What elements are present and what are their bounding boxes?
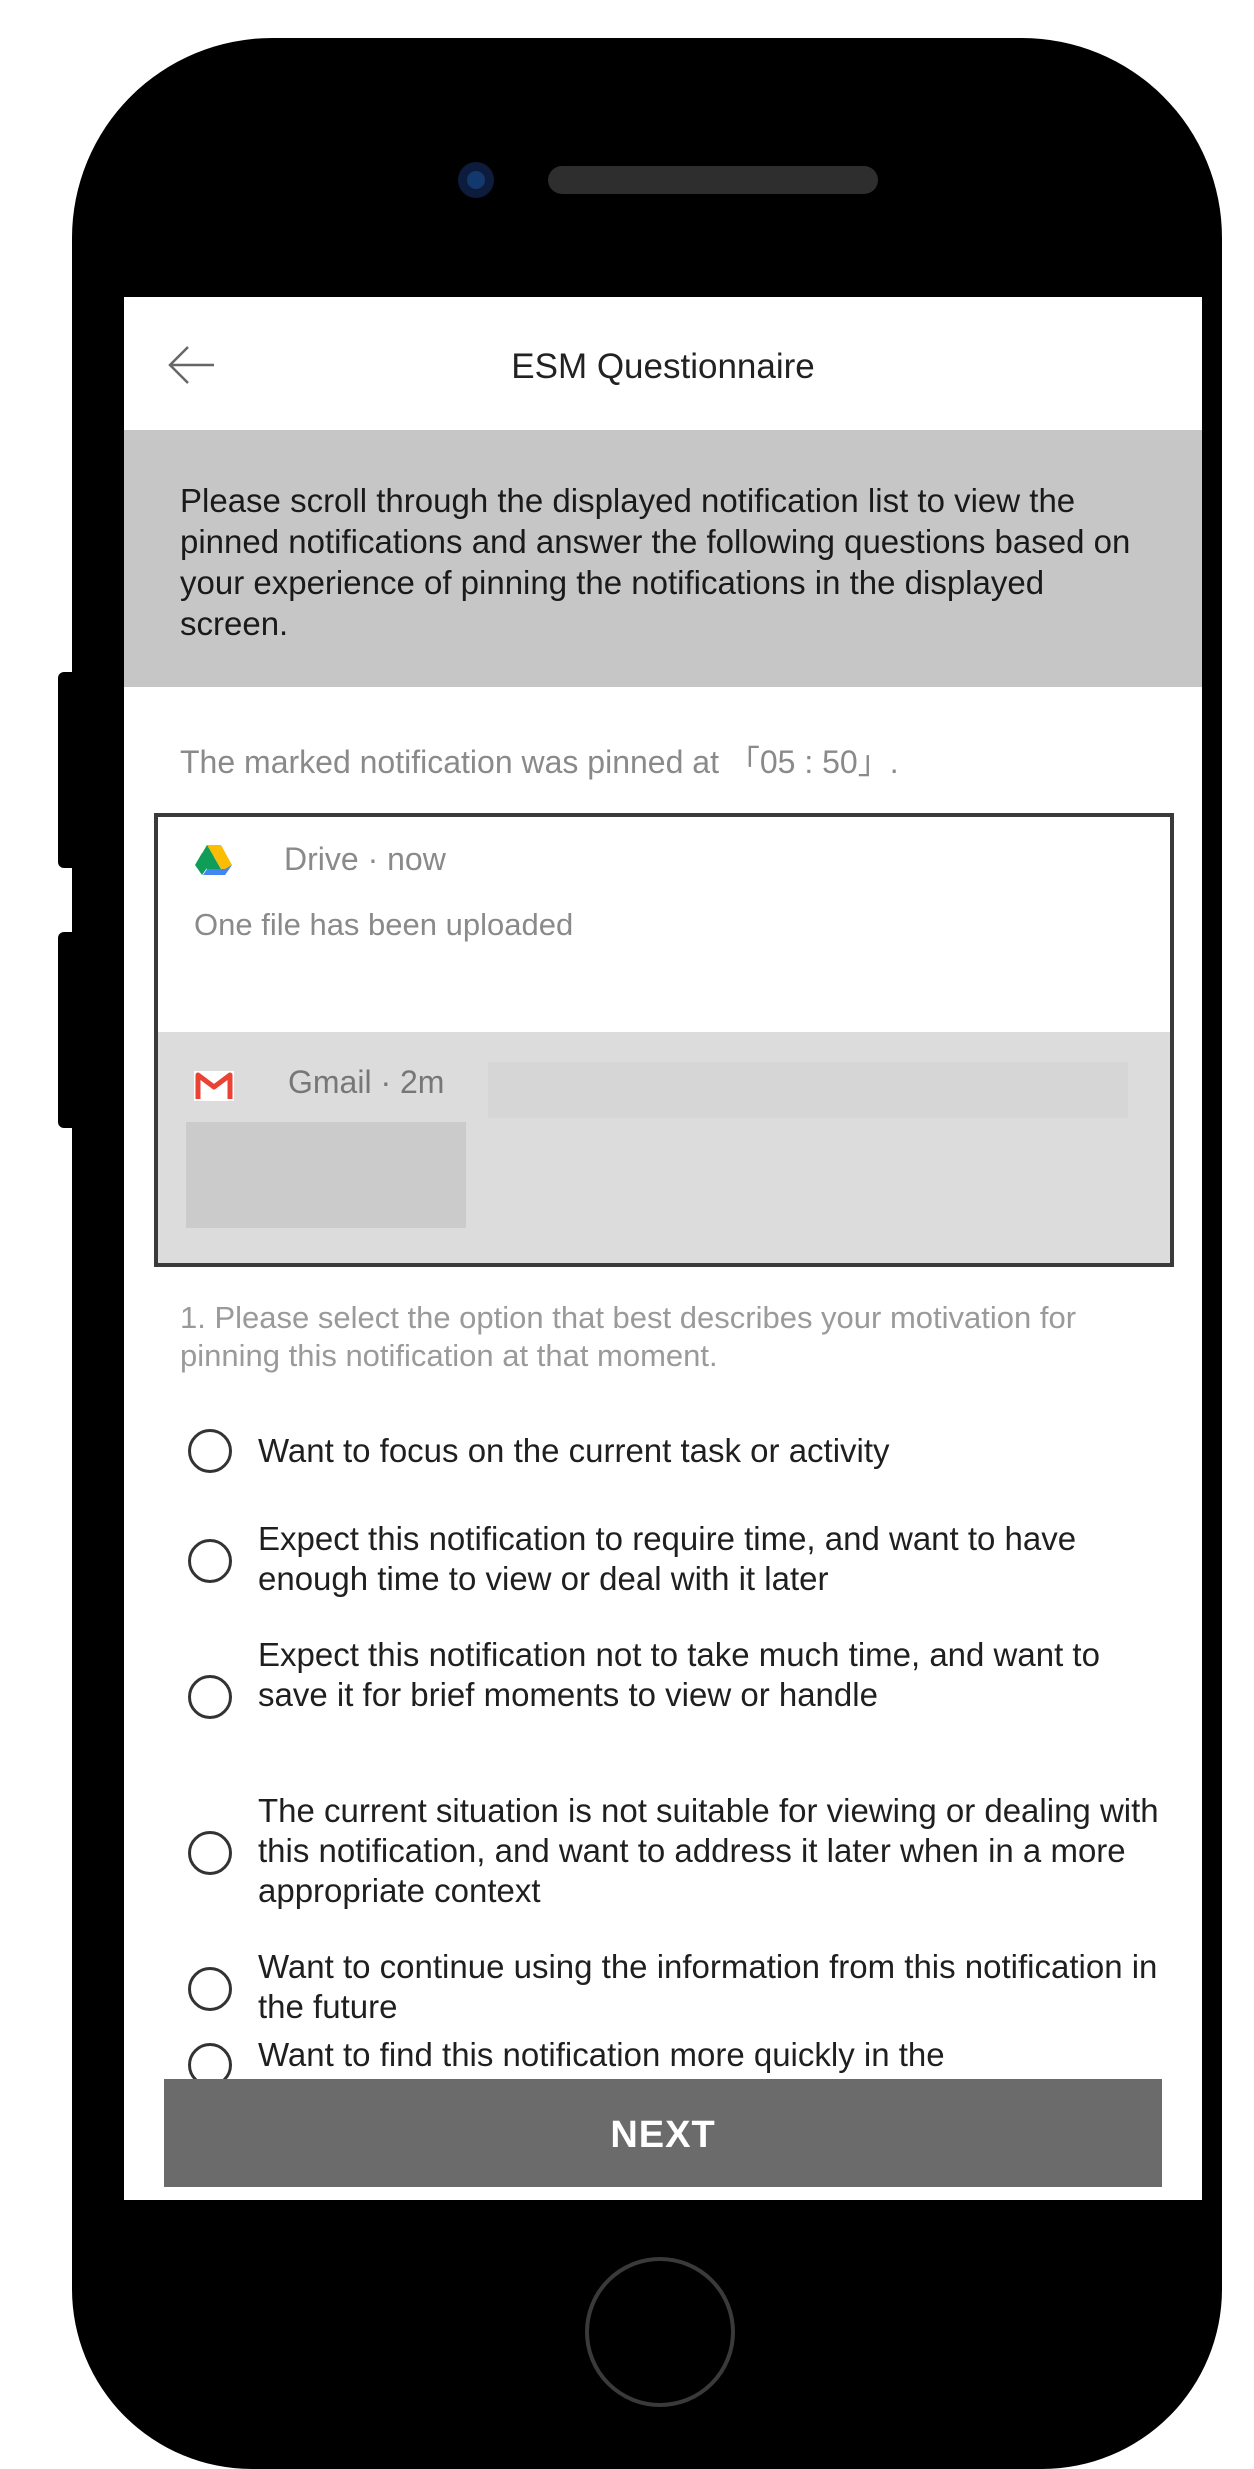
stage: ESM Questionnaire Please scroll through … xyxy=(0,0,1254,2469)
pinned-time-label: The marked notification was pinned at 「0… xyxy=(180,744,899,780)
notification-list[interactable]: Drive · now One file has been uploaded G… xyxy=(154,813,1174,1267)
option-label: Expect this notification to require time… xyxy=(258,1520,1077,1597)
notification-header: Drive · now xyxy=(284,841,446,877)
radio-button[interactable] xyxy=(188,1539,232,1583)
instructions-panel: Please scroll through the displayed noti… xyxy=(124,430,1202,687)
arrow-left-icon[interactable] xyxy=(168,345,216,385)
gmail-icon xyxy=(194,1069,234,1103)
radio-button[interactable] xyxy=(188,1831,232,1875)
option-label: Expect this notification not to take muc… xyxy=(258,1636,1100,1713)
notification-gmail[interactable]: Gmail · 2m xyxy=(158,1032,1170,1263)
notification-drive[interactable]: Drive · now One file has been uploaded xyxy=(158,817,1170,1032)
option-label: Want to continue using the information f… xyxy=(258,1948,1158,2025)
question-text: 1. Please select the option that best de… xyxy=(180,1300,1077,1373)
option-label: The current situation is not suitable fo… xyxy=(258,1792,1159,1909)
home-button[interactable] xyxy=(585,2257,735,2407)
earpiece-speaker xyxy=(548,166,878,194)
app-bar: ESM Questionnaire xyxy=(124,297,1202,430)
option-label: Want to focus on the current task or act… xyxy=(258,1432,890,1469)
google-drive-icon xyxy=(194,843,234,877)
option-label: Want to find this notification more quic… xyxy=(258,2036,945,2073)
notification-header: Gmail · 2m xyxy=(288,1064,445,1100)
phone-screen: ESM Questionnaire Please scroll through … xyxy=(124,297,1202,2200)
redacted-title xyxy=(488,1062,1128,1118)
next-button[interactable]: NEXT xyxy=(164,2079,1162,2187)
radio-button[interactable] xyxy=(188,1675,232,1719)
instructions-text: Please scroll through the displayed noti… xyxy=(180,482,1131,642)
redacted-content xyxy=(186,1122,466,1228)
front-camera xyxy=(458,162,494,198)
radio-button[interactable] xyxy=(188,1967,232,2011)
page-title: ESM Questionnaire xyxy=(511,347,815,386)
radio-button[interactable] xyxy=(188,1429,232,1473)
notification-body: One file has been uploaded xyxy=(194,907,574,942)
